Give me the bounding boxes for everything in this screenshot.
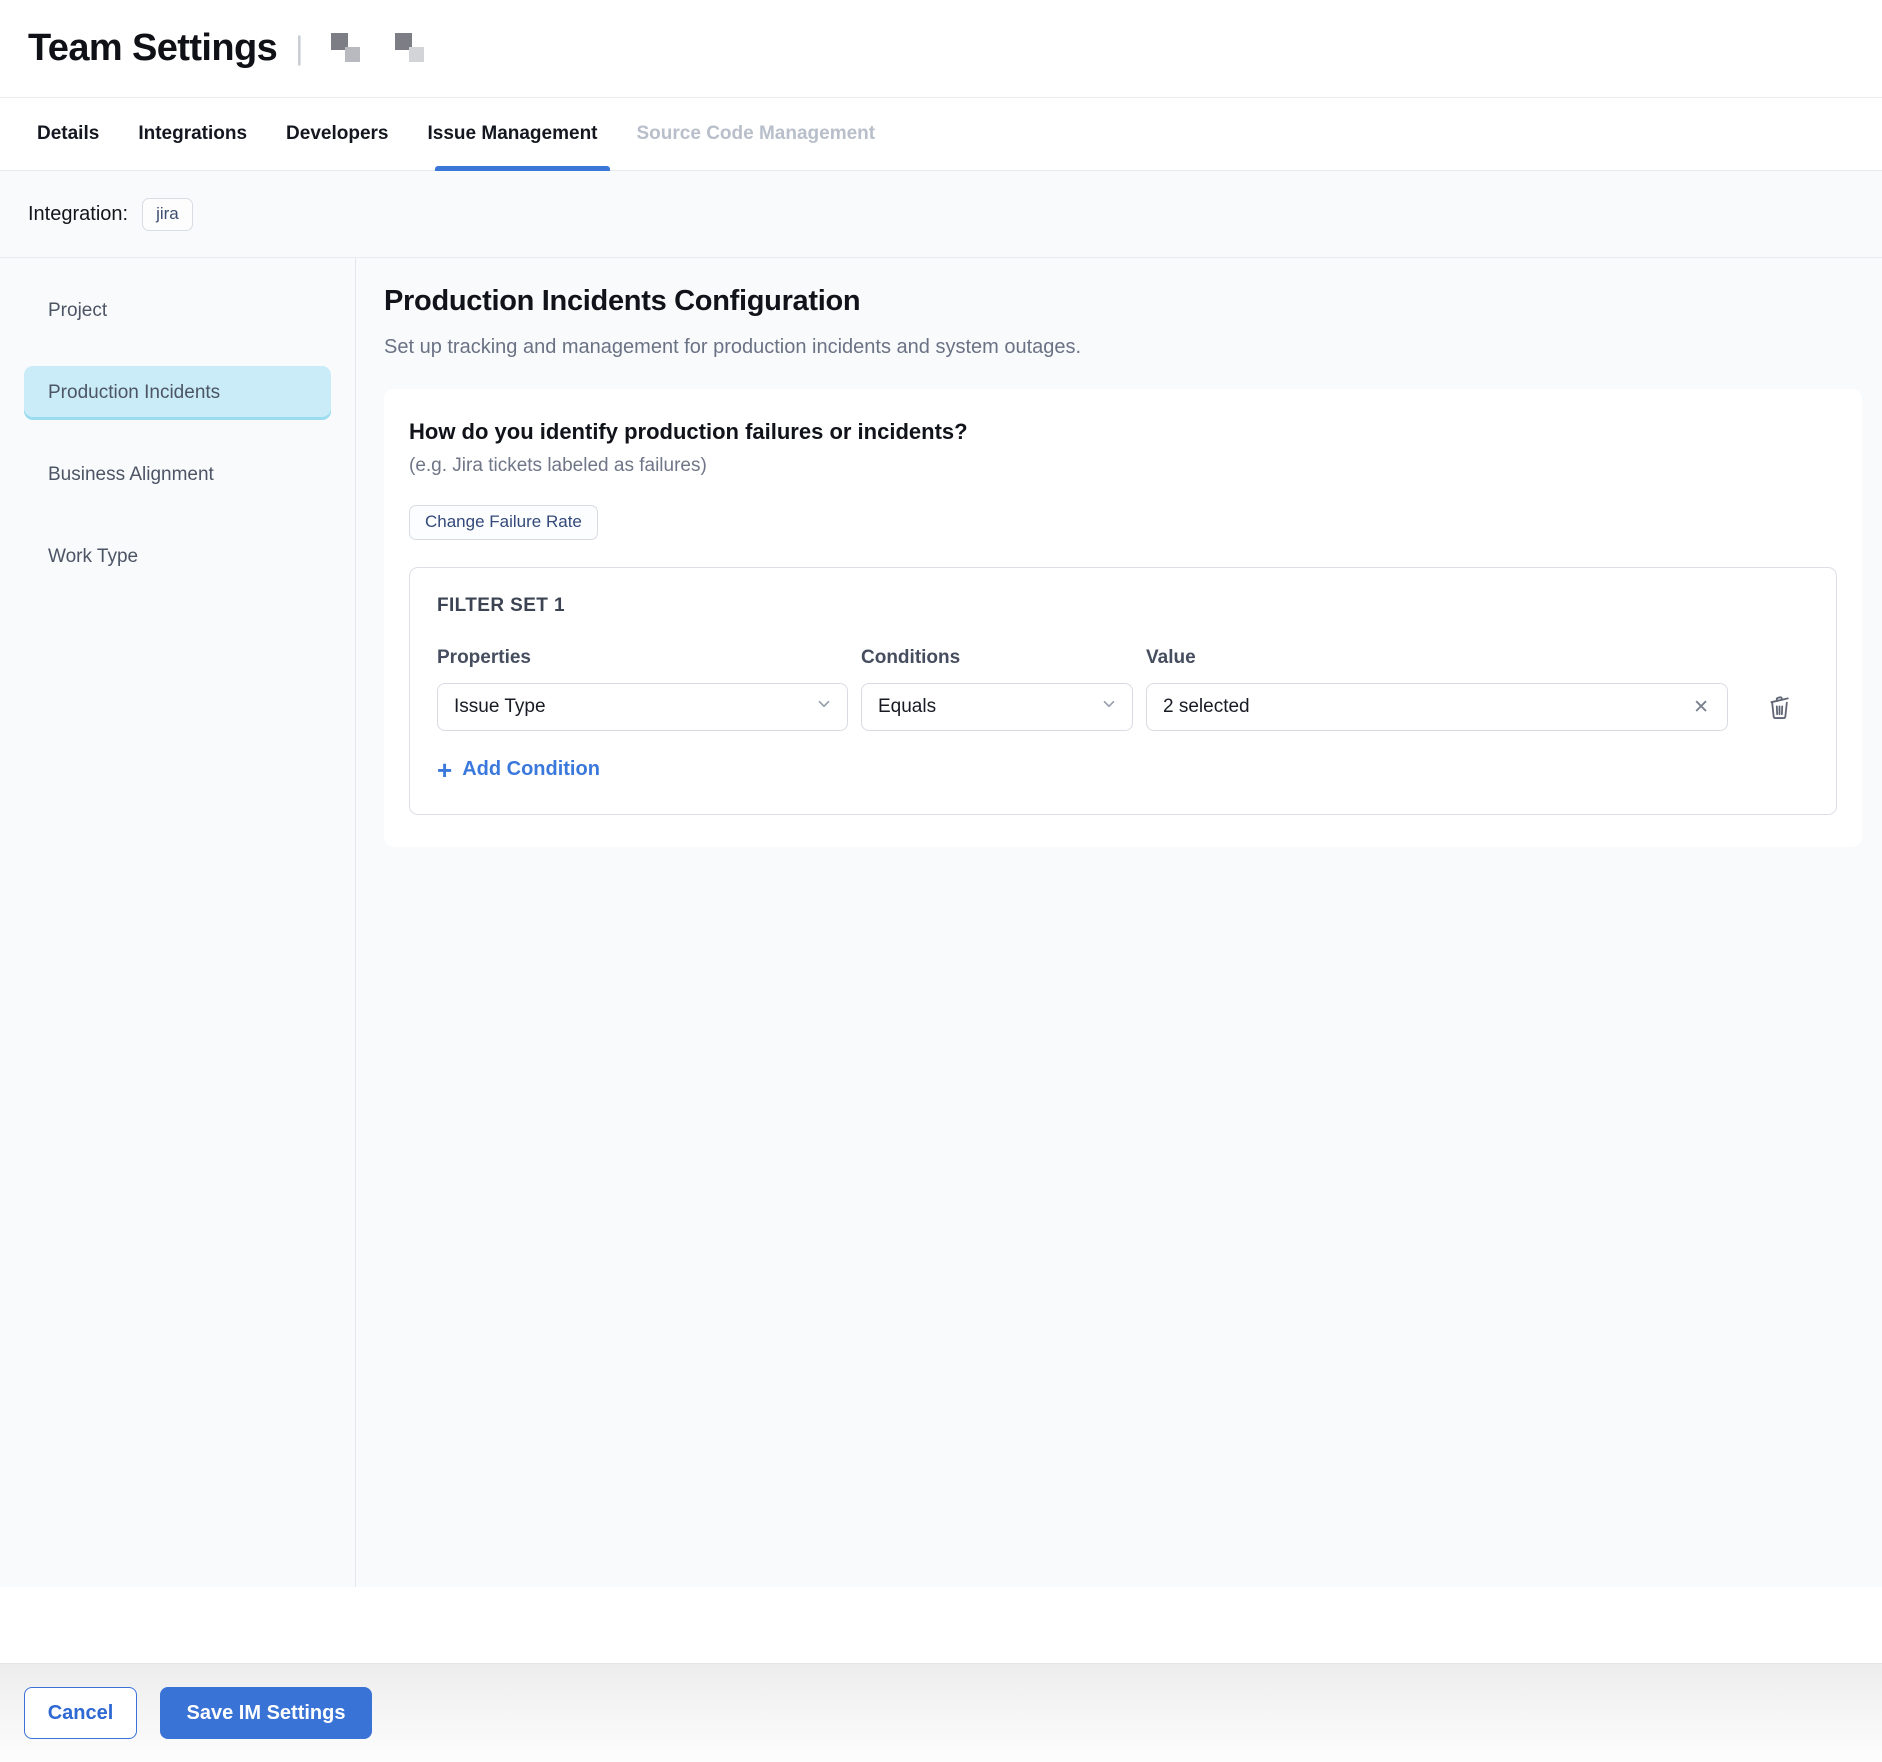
change-failure-rate-button[interactable]: Change Failure Rate xyxy=(409,505,598,540)
sidebar-item-label: Project xyxy=(48,300,107,322)
condition-select-value: Equals xyxy=(878,696,1100,718)
sidebar-item-label: Production Incidents xyxy=(48,382,220,404)
row-actions xyxy=(1741,694,1809,721)
sidebar-item-project[interactable]: Project xyxy=(24,284,331,338)
tab-source-code-management: Source Code Management xyxy=(637,98,876,170)
tab-label: Source Code Management xyxy=(637,123,876,145)
column-header-properties: Properties xyxy=(437,647,848,669)
main-panel: Production Incidents Configuration Set u… xyxy=(356,258,1882,1587)
config-hint: (e.g. Jira tickets labeled as failures) xyxy=(409,455,1837,477)
team-settings-page: Team Settings | Details Integrations Dev… xyxy=(0,0,1882,1762)
tab-issue-management[interactable]: Issue Management xyxy=(428,98,598,170)
placeholder-square-light xyxy=(345,47,360,62)
property-select[interactable]: Issue Type xyxy=(437,683,848,731)
integration-badge-jira[interactable]: jira xyxy=(142,198,193,231)
title-divider: | xyxy=(295,30,303,67)
sidebar-item-label: Work Type xyxy=(48,546,138,568)
delete-filter-row-button[interactable] xyxy=(1766,694,1793,721)
page-title: Team Settings xyxy=(28,27,277,70)
tab-label: Developers xyxy=(286,123,388,145)
cancel-button[interactable]: Cancel xyxy=(24,1687,137,1739)
chevron-down-icon xyxy=(1100,695,1118,719)
integration-logo-placeholder-icon xyxy=(331,31,367,67)
sidebar-item-label: Business Alignment xyxy=(48,464,214,486)
settings-sidebar: Project Production Incidents Business Al… xyxy=(0,258,356,1587)
page-header: Team Settings | xyxy=(0,0,1882,98)
value-multiselect[interactable]: 2 selected ✕ xyxy=(1146,683,1728,731)
column-header-conditions: Conditions xyxy=(861,647,1133,669)
settings-tabbar: Details Integrations Developers Issue Ma… xyxy=(0,98,1882,171)
integration-bar: Integration: jira xyxy=(0,171,1882,257)
add-condition-label: Add Condition xyxy=(462,758,600,781)
filter-set-title: FILTER SET 1 xyxy=(437,595,1809,617)
section-subtitle: Set up tracking and management for produ… xyxy=(384,336,1862,359)
property-select-value: Issue Type xyxy=(454,696,815,718)
tab-details[interactable]: Details xyxy=(37,98,99,170)
column-header-value: Value xyxy=(1146,647,1728,669)
add-condition-button[interactable]: + Add Condition xyxy=(437,758,600,781)
tab-developers[interactable]: Developers xyxy=(286,98,388,170)
section-title: Production Incidents Configuration xyxy=(384,285,1862,318)
tab-label: Issue Management xyxy=(428,123,598,145)
footer-actionbar: Cancel Save IM Settings xyxy=(0,1663,1882,1762)
sidebar-item-work-type[interactable]: Work Type xyxy=(24,530,331,584)
sidebar-item-business-alignment[interactable]: Business Alignment xyxy=(24,448,331,502)
integration-label: Integration: xyxy=(28,203,128,226)
config-question: How do you identify production failures … xyxy=(409,419,1837,445)
condition-select[interactable]: Equals xyxy=(861,683,1133,731)
tab-integrations[interactable]: Integrations xyxy=(138,98,247,170)
content-area: Project Production Incidents Business Al… xyxy=(0,257,1882,1587)
chevron-down-icon xyxy=(815,695,833,719)
value-multiselect-text: 2 selected xyxy=(1163,696,1689,718)
clear-icon[interactable]: ✕ xyxy=(1689,696,1713,719)
filter-grid: Properties Conditions Value Issue Type E… xyxy=(437,647,1809,731)
trash-icon xyxy=(1766,709,1793,724)
active-tab-indicator xyxy=(435,166,610,171)
incidents-config-card: How do you identify production failures … xyxy=(384,389,1862,847)
placeholder-square-light xyxy=(409,47,424,62)
integration-logo-placeholder-icon xyxy=(395,31,431,67)
tab-label: Integrations xyxy=(138,123,247,145)
filter-set-card: FILTER SET 1 Properties Conditions Value… xyxy=(409,567,1837,815)
plus-icon: + xyxy=(437,760,452,780)
save-im-settings-button[interactable]: Save IM Settings xyxy=(160,1687,372,1739)
bottom-spacer xyxy=(0,1587,1882,1663)
tab-label: Details xyxy=(37,123,99,145)
sidebar-item-production-incidents[interactable]: Production Incidents xyxy=(24,366,331,420)
